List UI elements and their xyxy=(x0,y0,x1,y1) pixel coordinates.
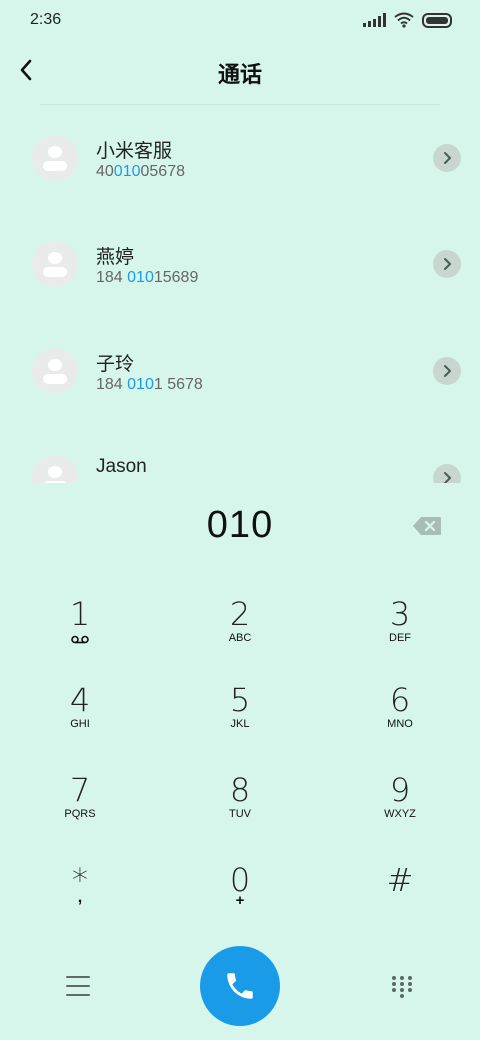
contact-detail-button[interactable] xyxy=(433,357,461,385)
key-7[interactable]: 7 PQRS xyxy=(20,773,140,853)
key-digit: 7 xyxy=(69,771,91,809)
backspace-icon[interactable] xyxy=(412,516,442,536)
key-1[interactable]: 1 xyxy=(20,597,140,677)
key-digit: 3 xyxy=(389,595,411,633)
key-hash[interactable]: # xyxy=(340,863,460,943)
key-3[interactable]: 3 DEF xyxy=(340,597,460,677)
key-5[interactable]: 5 JKL xyxy=(180,683,300,763)
status-time: 2:36 xyxy=(30,11,62,28)
key-digit: 4 xyxy=(69,681,91,719)
contact-item[interactable]: 小米客服 4001005678 xyxy=(0,105,480,211)
chevron-right-icon xyxy=(444,152,451,164)
contact-name: 燕婷 xyxy=(96,247,135,268)
key-letters: + xyxy=(235,892,245,909)
contact-number: 184 01015689 xyxy=(96,269,199,286)
avatar xyxy=(32,455,78,483)
dial-display: 010 xyxy=(0,500,480,556)
contact-detail-button[interactable] xyxy=(433,464,461,483)
header: 通话 xyxy=(0,48,480,96)
battery-icon xyxy=(422,12,452,28)
contact-number: 4001005678 xyxy=(96,163,185,180)
voicemail-icon xyxy=(71,635,89,644)
dialpad-icon[interactable] xyxy=(392,976,412,998)
avatar xyxy=(32,135,78,181)
chevron-right-icon xyxy=(444,472,451,483)
key-digit: 8 xyxy=(229,771,251,809)
contact-item[interactable]: 子玲 184 0101 5678 xyxy=(0,318,480,424)
key-letters: WXYZ xyxy=(384,808,416,820)
key-letters: JKL xyxy=(230,718,250,730)
contact-item[interactable]: Jason xyxy=(0,425,480,483)
chevron-right-icon xyxy=(444,365,451,377)
menu-icon[interactable] xyxy=(66,976,90,996)
wifi-icon xyxy=(394,12,414,28)
key-letters: , xyxy=(77,889,83,906)
signal-icon xyxy=(363,13,386,27)
key-letters: PQRS xyxy=(64,808,96,820)
contact-name: 小米客服 xyxy=(96,141,173,162)
chevron-right-icon xyxy=(444,258,451,270)
contact-item[interactable]: 燕婷 184 01015689 xyxy=(0,211,480,317)
key-letters: ABC xyxy=(228,632,252,644)
key-digit: 5 xyxy=(229,681,251,719)
phone-icon xyxy=(227,973,253,999)
key-4[interactable]: 4 GHI xyxy=(20,683,140,763)
key-digit: 9 xyxy=(389,771,411,809)
key-9[interactable]: 9 WXYZ xyxy=(340,773,460,853)
status-icons xyxy=(363,12,452,28)
key-digit: # xyxy=(386,861,414,899)
key-8[interactable]: 8 TUV xyxy=(180,773,300,853)
key-digit: 6 xyxy=(389,681,411,719)
key-letters: TUV xyxy=(229,808,251,820)
key-letters: GHI xyxy=(70,718,90,730)
contact-number: 184 0101 5678 xyxy=(96,376,203,393)
bottom-bar xyxy=(0,945,480,1030)
dialed-number: 010 xyxy=(206,504,274,546)
contact-detail-button[interactable] xyxy=(433,144,461,172)
key-2[interactable]: 2 ABC xyxy=(180,597,300,677)
call-button[interactable] xyxy=(200,946,280,1026)
page-title: 通话 xyxy=(217,62,262,87)
contact-list[interactable]: 小米客服 4001005678 燕婷 184 01015689 子玲 184 0… xyxy=(0,105,480,483)
avatar xyxy=(32,241,78,287)
status-bar: 2:36 xyxy=(0,0,480,40)
key-6[interactable]: 6 MNO xyxy=(340,683,460,763)
key-digit: 2 xyxy=(229,595,251,633)
key-letters: MNO xyxy=(387,718,413,730)
contact-name: Jason xyxy=(96,456,147,477)
contact-detail-button[interactable] xyxy=(433,250,461,278)
key-star[interactable]: * , xyxy=(20,863,140,943)
key-letters: DEF xyxy=(389,632,411,644)
avatar xyxy=(32,348,78,394)
key-0[interactable]: 0 + xyxy=(180,863,300,943)
key-digit: 1 xyxy=(69,595,91,633)
contact-name: 子玲 xyxy=(96,354,135,375)
